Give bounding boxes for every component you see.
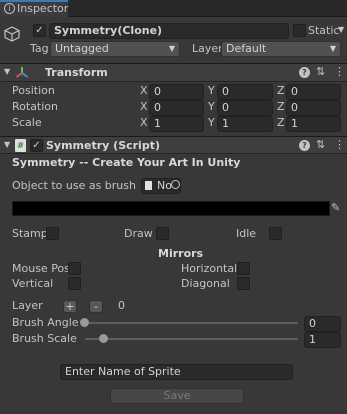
- gameobject-icon: [3, 25, 21, 46]
- brush-scale-label: Brush Scale: [12, 332, 77, 345]
- brush-label: Object to use as brush: [12, 179, 136, 192]
- brush-color-field[interactable]: [12, 201, 330, 216]
- chevron-down-icon: ▼: [329, 44, 336, 53]
- axis-y-label[interactable]: Y: [208, 84, 215, 98]
- brush-angle-slider-track[interactable]: [85, 322, 298, 324]
- more-menu-icon[interactable]: ⋮: [334, 65, 345, 78]
- scale-x-field[interactable]: 1: [149, 116, 204, 132]
- mirror-mouse-pos-label: Mouse Pos: [12, 262, 70, 275]
- layer-dropdown[interactable]: Default ▼: [221, 41, 341, 57]
- save-button[interactable]: Save: [110, 388, 244, 404]
- sprite-name-input[interactable]: Enter Name of Sprite: [60, 364, 293, 380]
- mirrors-title: Mirrors: [158, 247, 204, 260]
- mirror-horizontal-checkbox[interactable]: [237, 262, 250, 275]
- brush-angle-slider-knob[interactable]: [80, 318, 89, 327]
- document-icon: [145, 181, 152, 190]
- mirror-mouse-pos-checkbox[interactable]: [68, 262, 81, 275]
- mode-draw-checkbox[interactable]: [156, 227, 169, 240]
- position-x-field[interactable]: 0: [149, 84, 204, 100]
- layer-value: Default: [226, 42, 267, 55]
- axis-z-label[interactable]: Z: [277, 100, 285, 114]
- mirror-diagonal-label: Diagonal: [181, 277, 230, 290]
- rotation-x-field[interactable]: 0: [149, 100, 204, 116]
- axis-x-label[interactable]: X: [140, 116, 148, 130]
- axis-z-label[interactable]: Z: [277, 116, 285, 130]
- tab-inspector[interactable]: i Inspector: [0, 0, 68, 17]
- layer-control-label: Layer: [12, 299, 43, 312]
- layer-control-value: 0: [118, 299, 125, 312]
- script-enabled-checkbox[interactable]: ✓: [30, 139, 43, 152]
- static-dropdown-arrow[interactable]: ▼: [338, 25, 344, 34]
- tag-label: Tag: [30, 42, 49, 55]
- position-y-field[interactable]: 0: [217, 84, 273, 100]
- help-icon[interactable]: ?: [299, 140, 310, 151]
- brush-angle-label: Brush Angle: [12, 316, 79, 329]
- mirror-vertical-checkbox[interactable]: [68, 277, 81, 290]
- rotation-z-field[interactable]: 0: [286, 100, 341, 116]
- foldout-arrow-icon[interactable]: ▼: [4, 140, 10, 149]
- script-title: Symmetry (Script): [46, 139, 160, 152]
- rotation-y-field[interactable]: 0: [217, 100, 273, 116]
- rotation-label: Rotation: [12, 100, 59, 113]
- axis-z-label[interactable]: Z: [277, 84, 285, 98]
- axis-x-label[interactable]: X: [140, 100, 148, 114]
- tag-dropdown[interactable]: Untagged ▼: [50, 41, 180, 57]
- mode-draw-label: Draw: [124, 227, 153, 240]
- mirror-horizontal-label: Horizontal: [181, 262, 238, 275]
- mode-idle-label: Idle: [236, 227, 257, 240]
- info-icon: i: [4, 3, 15, 14]
- static-label: Static: [308, 24, 340, 37]
- presets-icon[interactable]: ⇅: [316, 138, 325, 151]
- layer-plus-button[interactable]: +: [63, 300, 77, 313]
- object-picker-icon[interactable]: [171, 180, 180, 189]
- scale-label: Scale: [12, 116, 42, 129]
- static-checkbox[interactable]: [293, 24, 306, 37]
- transform-icon: [15, 67, 29, 78]
- brush-scale-slider-knob[interactable]: [99, 334, 108, 343]
- position-z-field[interactable]: 0: [286, 84, 341, 100]
- foldout-arrow-icon[interactable]: ▼: [4, 67, 10, 76]
- script-header[interactable]: ▼ # ✓ Symmetry (Script) ? ⇅ ⋮: [0, 136, 347, 154]
- brush-object-value: No: [157, 179, 172, 192]
- brush-scale-slider-track[interactable]: [85, 338, 298, 340]
- layer-label: Layer: [192, 42, 223, 55]
- axis-x-label[interactable]: X: [140, 84, 148, 98]
- tag-value: Untagged: [55, 42, 109, 55]
- more-menu-icon[interactable]: ⋮: [334, 138, 345, 151]
- eyedropper-icon[interactable]: ✎: [331, 201, 340, 214]
- position-label: Position: [12, 84, 55, 97]
- mirror-diagonal-checkbox[interactable]: [237, 277, 250, 290]
- script-subtitle: Symmetry -- Create Your Art In Unity: [12, 156, 241, 169]
- chevron-down-icon: ▼: [168, 44, 175, 53]
- scale-y-field[interactable]: 1: [217, 116, 273, 132]
- transform-title: Transform: [45, 66, 108, 79]
- scale-z-field[interactable]: 1: [286, 116, 341, 132]
- brush-object-field[interactable]: No: [141, 178, 181, 194]
- mode-idle-checkbox[interactable]: [269, 227, 282, 240]
- mirror-vertical-label: Vertical: [12, 277, 54, 290]
- brush-angle-field[interactable]: 0: [304, 316, 341, 332]
- tab-title: Inspector: [17, 2, 69, 15]
- object-name-field[interactable]: Symmetry(Clone): [49, 23, 289, 39]
- mode-stamp-checkbox[interactable]: [46, 227, 59, 240]
- presets-icon[interactable]: ⇅: [316, 65, 325, 78]
- transform-header[interactable]: ▼ Transform ? ⇅ ⋮: [0, 63, 347, 82]
- axis-y-label[interactable]: Y: [208, 100, 215, 114]
- script-file-icon: #: [15, 139, 26, 152]
- help-icon[interactable]: ?: [299, 67, 310, 78]
- active-checkbox[interactable]: ✓: [33, 24, 46, 37]
- brush-scale-field[interactable]: 1: [304, 332, 341, 348]
- layer-minus-button[interactable]: -: [89, 300, 103, 313]
- mode-stamp-label: Stamp: [12, 227, 48, 240]
- axis-y-label[interactable]: Y: [208, 116, 215, 130]
